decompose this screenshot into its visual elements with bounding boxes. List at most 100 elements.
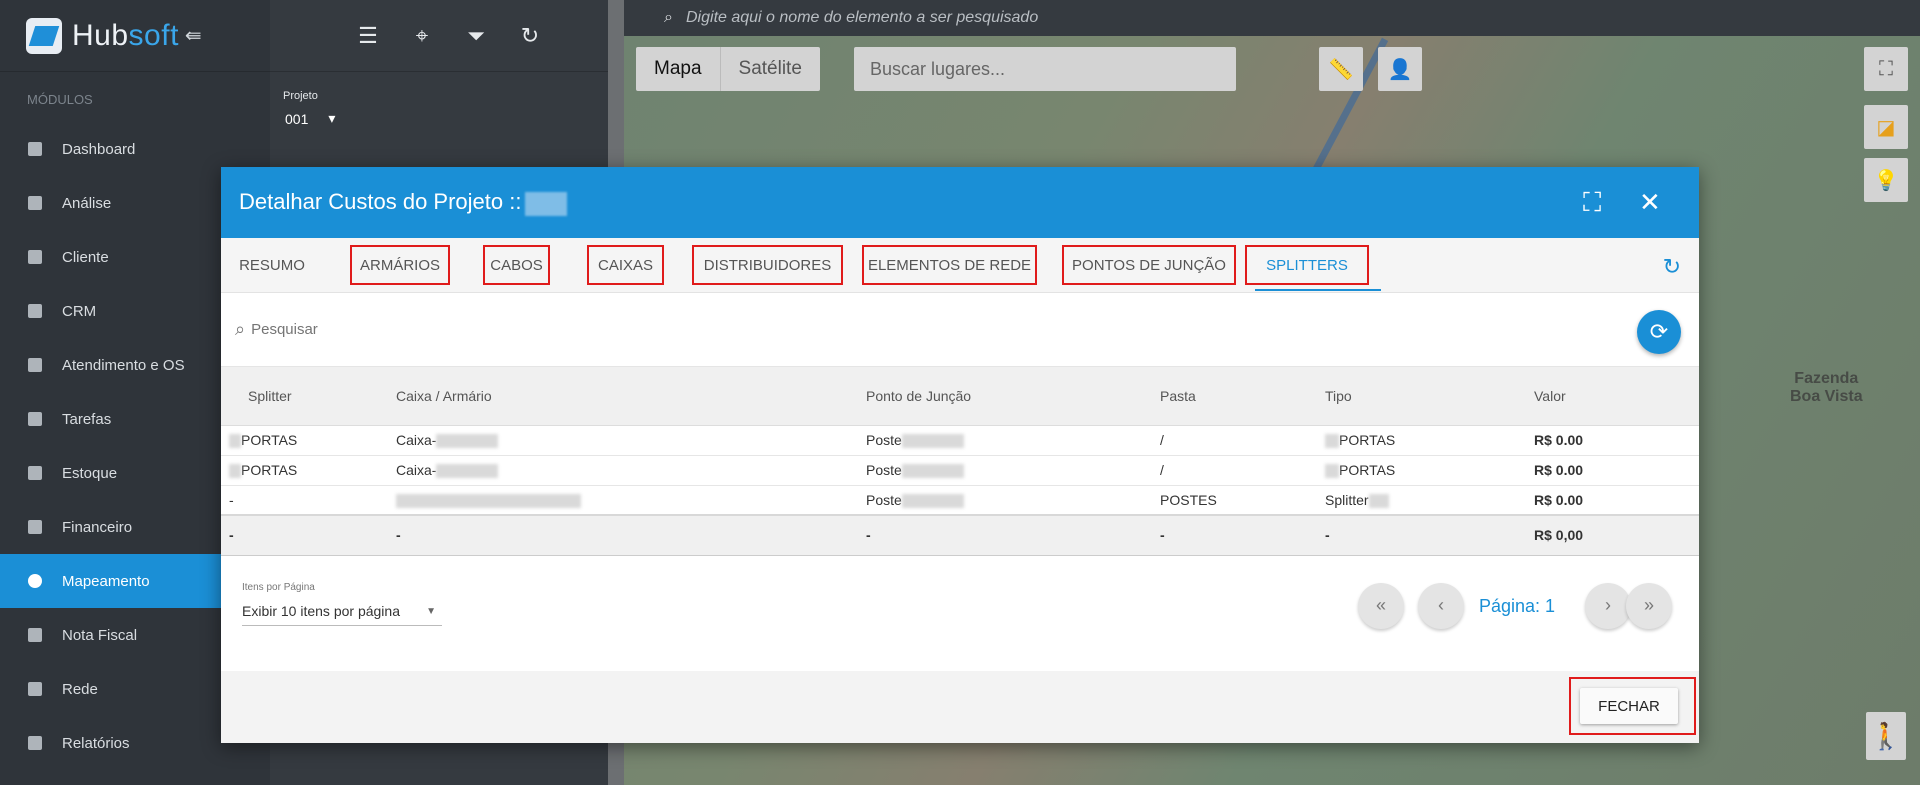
brand-name-part2: soft — [128, 18, 179, 52]
sync-icon: ⟳ — [1649, 319, 1669, 344]
cell-splitter-text: PORTAS — [241, 431, 298, 448]
redacted-value — [436, 464, 499, 479]
sync-button[interactable]: ⟳ — [1637, 310, 1681, 354]
previous-page-button[interactable]: ‹ — [1418, 582, 1464, 629]
map-place-label-line2: Boa Vista — [1790, 388, 1863, 405]
cell-pasta: / — [1160, 425, 1325, 456]
redacted-value — [436, 434, 499, 449]
map-type-map-button[interactable]: Mapa — [636, 47, 720, 91]
table-row[interactable]: - Poste POSTES Splitter R$ 0.00 — [221, 485, 1699, 516]
cell-ponto-text: Poste — [866, 431, 902, 448]
clock-icon — [28, 358, 42, 372]
cell-pasta: POSTES — [1160, 485, 1325, 516]
close-icon[interactable]: ✕ — [1639, 189, 1661, 215]
sidebar-item-label: Tarefas — [62, 410, 112, 428]
table-header-row: Splitter Caixa / Armário Ponto de Junção… — [221, 367, 1699, 426]
modal-header: Detalhar Custos do Projeto :: ⛶ ✕ — [221, 167, 1699, 238]
cell-ponto-text: Poste — [866, 461, 902, 478]
tab-splitters[interactable]: SPLITTERS — [1245, 245, 1381, 291]
sidebar-item-label: Nota Fiscal — [62, 626, 138, 644]
pie-chart-icon — [28, 196, 42, 210]
tab-elementos-de-rede[interactable]: ELEMENTOS DE REDE — [862, 245, 1037, 285]
layers-icon[interactable]: ◪ — [1864, 105, 1908, 149]
refresh-icon[interactable]: ↻ — [517, 23, 543, 49]
sidebar-item-label: Análise — [62, 194, 112, 212]
tab-cabos[interactable]: CABOS — [483, 245, 550, 285]
redacted-project-name — [525, 191, 568, 216]
column-header[interactable]: Tipo — [1325, 367, 1534, 426]
redacted-value — [1325, 434, 1339, 449]
redacted-value — [901, 434, 964, 449]
first-page-button[interactable]: « — [1358, 582, 1404, 629]
tab-arm-rios[interactable]: ARMÁRIOS — [350, 245, 450, 285]
menu-icon[interactable]: ☰ — [355, 23, 381, 49]
tab-resumo[interactable]: RESUMO — [239, 245, 305, 285]
collapse-sidebar-icon[interactable]: ⇚ — [185, 23, 202, 48]
close-button[interactable]: FECHAR — [1580, 688, 1678, 724]
map-type-satellite-button[interactable]: Satélite — [719, 47, 820, 91]
page-indicator: Página: 1 — [1479, 595, 1556, 616]
server-icon — [28, 682, 42, 696]
tab-pontos-de-jun-o[interactable]: PONTOS DE JUNÇÃO — [1062, 245, 1236, 285]
modules-section-label: MÓDULOS — [27, 92, 93, 107]
total-ponto: - — [866, 514, 1160, 556]
fullscreen-icon[interactable]: ⛶ — [1864, 47, 1908, 91]
tab-distribuidores[interactable]: DISTRIBUIDORES — [692, 245, 843, 285]
chevron-down-icon: ▼ — [426, 605, 436, 617]
chevron-right-icon: › — [1605, 595, 1611, 615]
column-header[interactable]: Caixa / Armário — [396, 367, 866, 426]
map-pin-icon — [28, 574, 42, 588]
lightbulb-icon[interactable]: 💡 — [1864, 158, 1908, 202]
chevron-down-icon: ▾ — [328, 110, 336, 126]
items-per-page-select[interactable]: Exibir 10 itens por página ▼ — [242, 598, 442, 626]
sidebar-item-label: Financeiro — [62, 518, 133, 536]
sidebar-item-label: Atendimento e OS — [62, 356, 185, 374]
places-search-input[interactable]: Buscar lugares... — [854, 47, 1236, 91]
tab-caixas[interactable]: CAIXAS — [587, 245, 664, 285]
modal-tabs: ↻ RESUMO ARMÁRIOS CABOS CAIXAS DISTRIBUIDORE… — [221, 238, 1699, 293]
totals-row: - - - - - R$ 0,00 — [221, 514, 1699, 556]
modal-title: Detalhar Custos do Projeto :: — [239, 189, 568, 216]
street-view-pegman-icon[interactable]: 🚶 — [1866, 712, 1906, 760]
table-row[interactable]: PORTAS Caixa- Poste / PORTAS R$ 0.00 — [221, 425, 1699, 456]
map-marker-icon[interactable]: ⌖ — [409, 23, 435, 49]
redacted-value — [396, 493, 581, 508]
cell-tipo-text: Splitter — [1325, 491, 1369, 508]
table-row[interactable]: PORTAS Caixa- Poste / PORTAS R$ 0.00 — [221, 455, 1699, 486]
redacted-value — [1368, 493, 1389, 508]
maximize-icon[interactable]: ⛶ — [1583, 189, 1601, 215]
cell-ponto: Poste — [866, 425, 1160, 456]
cell-caixa: Caixa- — [396, 455, 866, 486]
items-per-page-label: Itens por Página — [242, 581, 315, 593]
crm-icon — [28, 304, 42, 318]
redacted-value — [901, 464, 964, 479]
logo-bar: Hubsoft ⇚ — [0, 0, 270, 72]
cell-ponto: Poste — [866, 455, 1160, 486]
column-header[interactable]: Splitter — [221, 367, 396, 426]
add-person-icon[interactable]: 👤 — [1378, 47, 1422, 91]
next-page-button[interactable]: › — [1585, 582, 1631, 629]
refresh-icon[interactable]: ↻ — [1663, 254, 1681, 280]
calendar-icon — [28, 412, 42, 426]
contact-card-icon — [28, 250, 42, 264]
filter-icon[interactable]: ⏷ — [463, 23, 489, 49]
column-header[interactable]: Ponto de Junção — [866, 367, 1160, 426]
cell-splitter-text: PORTAS — [241, 461, 298, 478]
last-page-button[interactable]: » — [1626, 582, 1672, 629]
cell-tipo: Splitter — [1325, 485, 1534, 516]
ruler-icon[interactable]: 📏 — [1319, 47, 1363, 91]
table-search-input[interactable] — [251, 321, 652, 338]
column-header[interactable]: Valor — [1534, 367, 1699, 426]
redacted-value — [229, 464, 241, 479]
highlight-box: FECHAR — [1569, 677, 1696, 735]
cell-tipo: PORTAS — [1325, 455, 1534, 486]
splitters-table: Splitter Caixa / Armário Ponto de Junção… — [221, 367, 1699, 556]
table-search-row: ⌕ ⟳ — [221, 293, 1699, 367]
cell-valor: R$ 0.00 — [1534, 485, 1699, 516]
double-chevron-left-icon: « — [1375, 595, 1386, 615]
projeto-select-value: 001 — [285, 110, 309, 127]
column-header[interactable]: Pasta — [1160, 367, 1325, 426]
element-search-bar[interactable]: ⌕ Digite aqui o nome do elemento a ser p… — [624, 0, 1920, 36]
cell-tipo-text: PORTAS — [1339, 461, 1396, 478]
projeto-select[interactable]: 001 ▾ — [270, 102, 608, 127]
